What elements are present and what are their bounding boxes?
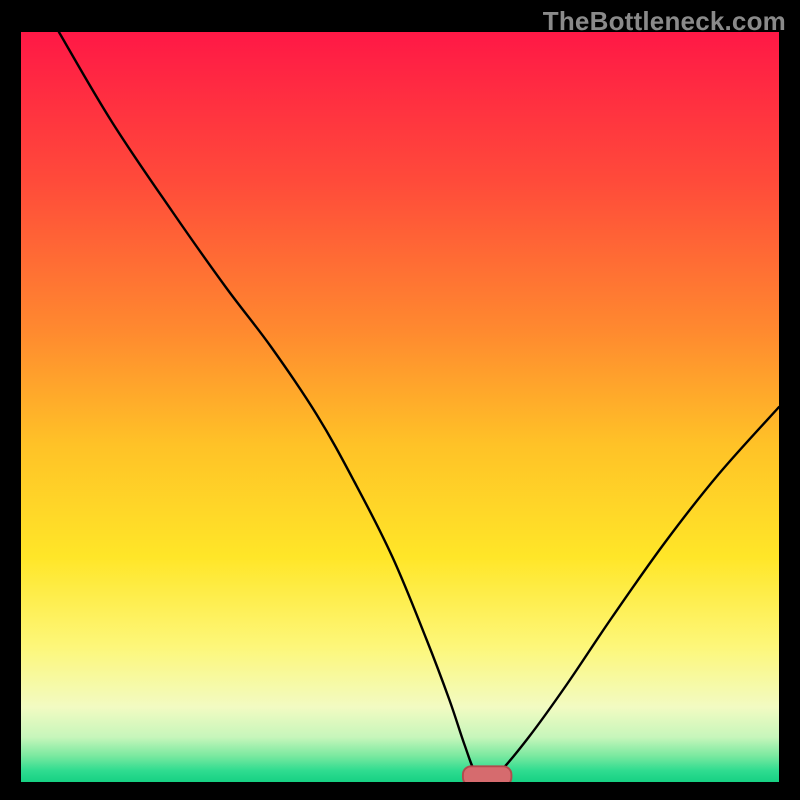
optimal-marker	[463, 766, 512, 782]
bottleneck-chart	[21, 32, 779, 782]
chart-background	[21, 32, 779, 782]
chart-frame: TheBottleneck.com	[0, 0, 800, 800]
